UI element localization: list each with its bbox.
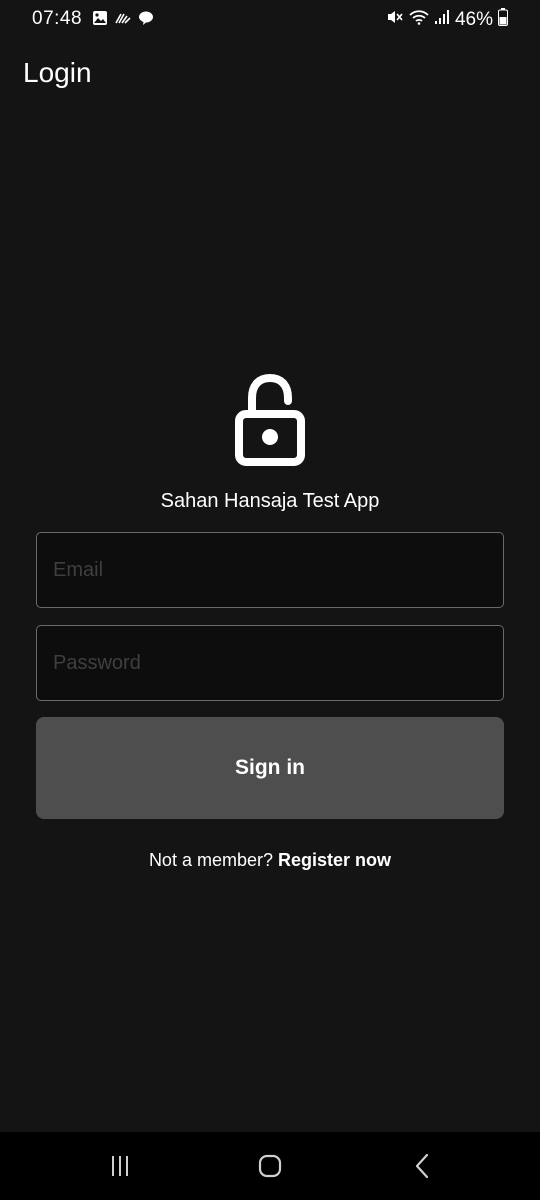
register-row: Not a member? Register now	[0, 850, 540, 871]
home-icon[interactable]	[250, 1150, 290, 1182]
password-field[interactable]	[36, 625, 504, 701]
unlocked-padlock-icon	[232, 373, 308, 468]
system-icons: 46%	[386, 8, 508, 31]
signal-icon	[434, 9, 450, 30]
login-screen: 07:48 46% Login Sahan Hansaja Test App E…	[0, 0, 540, 1200]
scribble-icon	[114, 11, 132, 30]
status-bar: 07:48 46%	[0, 0, 540, 40]
page-title: Login	[23, 57, 92, 88]
battery-icon	[498, 8, 508, 31]
register-prompt: Not a member?	[148, 850, 273, 870]
status-time: 07:48	[32, 8, 83, 29]
gallery-icon	[92, 10, 108, 31]
sign-in-button[interactable]: Sign in	[36, 717, 504, 819]
back-icon[interactable]	[403, 1150, 443, 1182]
email-field[interactable]	[36, 532, 504, 608]
recents-icon[interactable]	[100, 1150, 140, 1182]
wifi-icon	[409, 9, 429, 30]
chat-bubble-icon	[138, 10, 154, 31]
navigation-bar	[0, 1132, 540, 1200]
battery-percent: 46%	[454, 8, 493, 30]
notification-icons	[92, 10, 154, 31]
app-name: Sahan Hansaja Test App	[160, 490, 380, 512]
mute-icon	[386, 9, 404, 30]
register-link[interactable]: Register now	[278, 850, 391, 870]
